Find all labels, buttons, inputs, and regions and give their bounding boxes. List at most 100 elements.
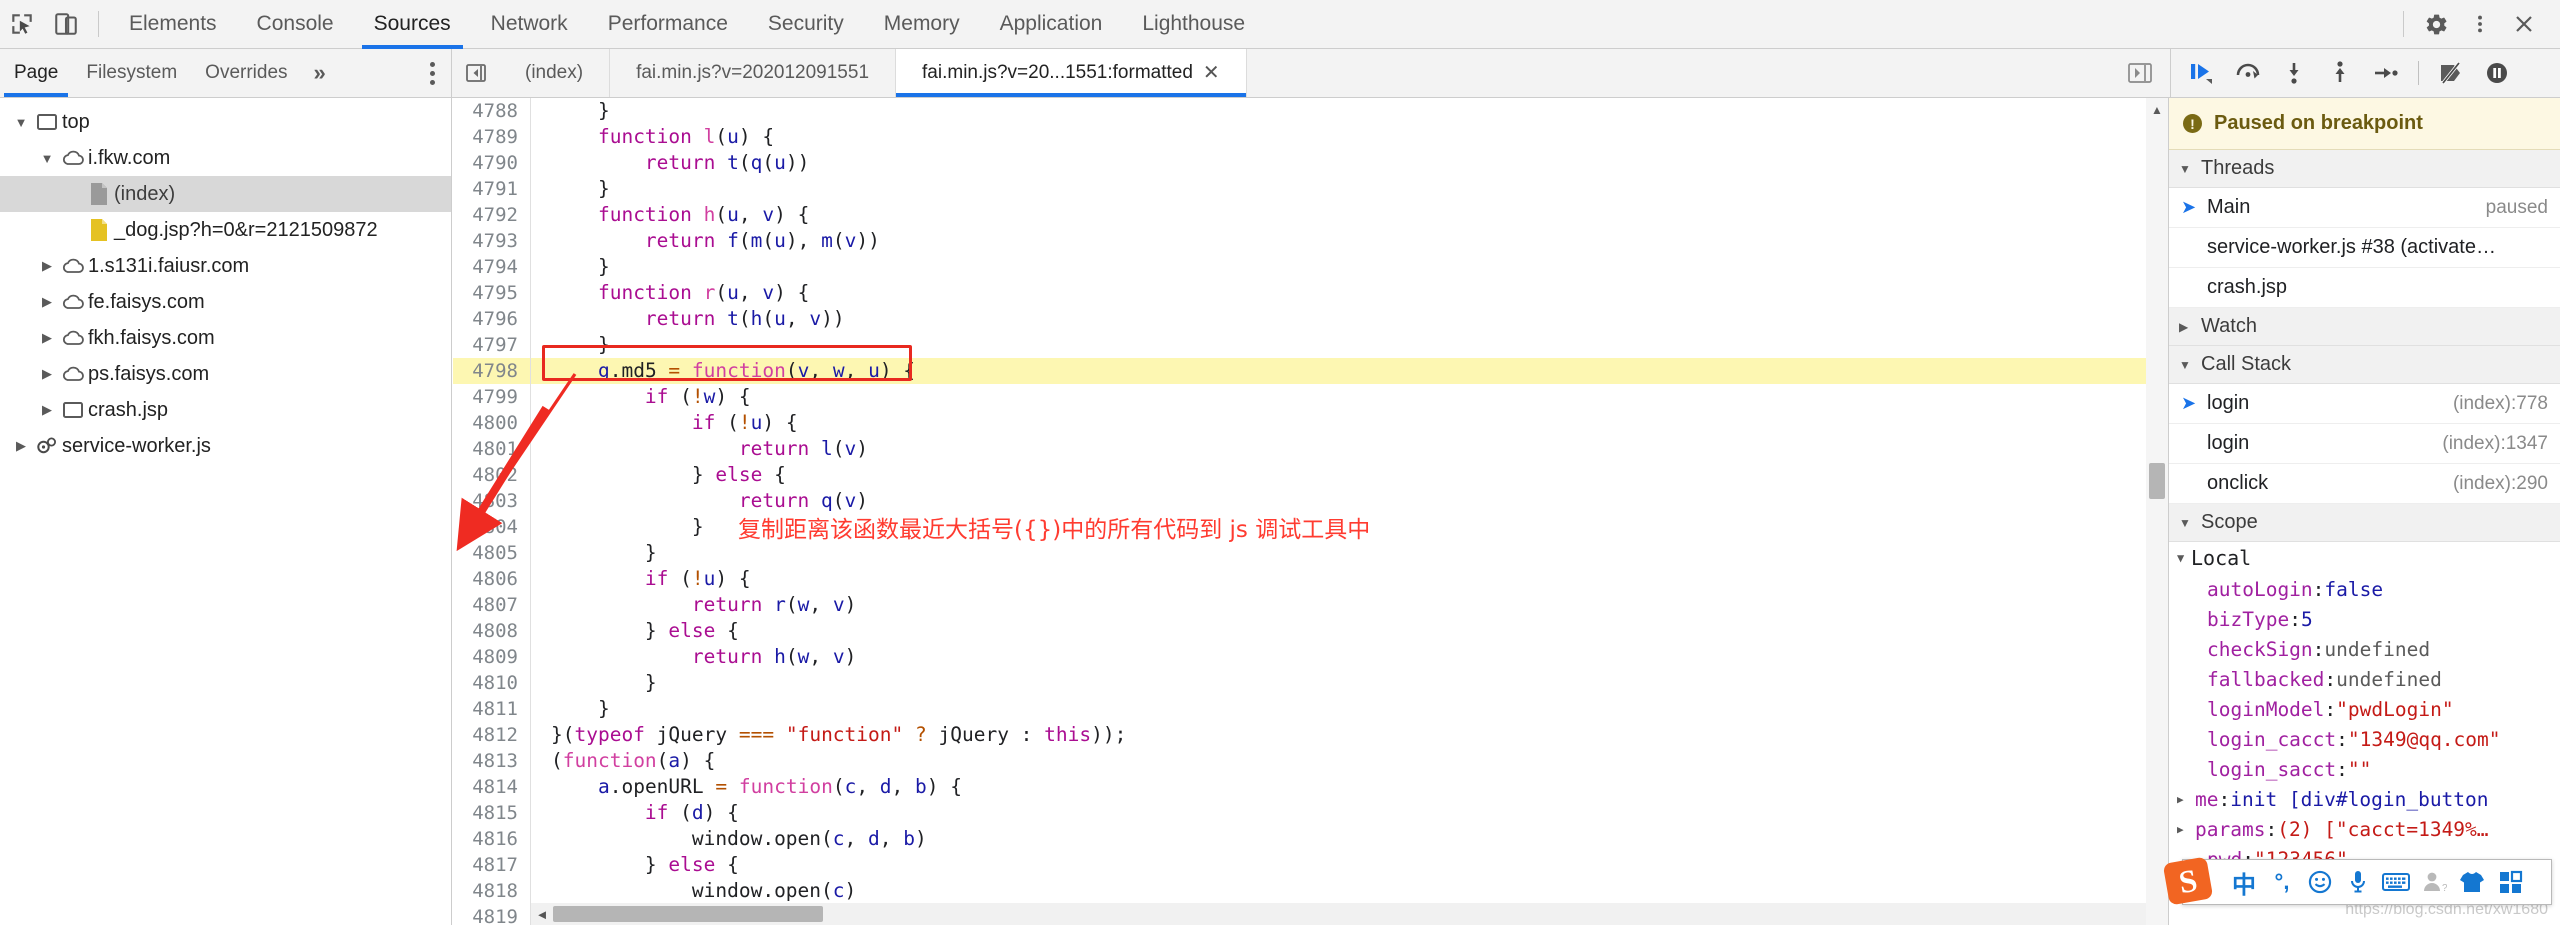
scroll-left-icon[interactable]: ◄	[531, 907, 553, 922]
code-line[interactable]: 4813 (function(a) {	[453, 748, 2168, 774]
skin-icon[interactable]	[2453, 859, 2491, 905]
code-line[interactable]: 4807 return r(w, v)	[453, 592, 2168, 618]
line-number[interactable]: 4806	[453, 566, 531, 592]
code-line[interactable]: 4799 if (!w) {	[453, 384, 2168, 410]
code-line[interactable]: 4812}(typeof jQuery === "function" ? jQu…	[453, 722, 2168, 748]
sogou-input-method-toolbar[interactable]: S 中 °,	[2163, 857, 2552, 905]
sogou-logo-icon[interactable]: S	[2161, 854, 2217, 910]
deactivate-breakpoints-button[interactable]	[2430, 51, 2472, 95]
emoji-icon[interactable]	[2301, 859, 2339, 905]
tab-network[interactable]: Network	[471, 0, 588, 49]
chevron-right-icon[interactable]: ▶	[2177, 793, 2195, 806]
nav-tab-filesystem[interactable]: Filesystem	[72, 49, 191, 97]
line-number[interactable]: 4810	[453, 670, 531, 696]
code-line[interactable]: 4818 window.open(c)	[453, 878, 2168, 904]
scope-variable-row[interactable]: checkSign: undefined	[2169, 634, 2560, 664]
line-number[interactable]: 4792	[453, 202, 531, 228]
inspect-cursor-icon[interactable]	[0, 2, 44, 46]
call-stack-row[interactable]: onclick (index):290	[2169, 464, 2560, 504]
soft-keyboard-icon[interactable]	[2377, 859, 2415, 905]
code-line[interactable]: 4792 function h(u, v) {	[453, 202, 2168, 228]
thread-row-service-worker[interactable]: service-worker.js #38 (activate…	[2169, 228, 2560, 268]
scope-variable-row[interactable]: login_cacct: "1349@qq.com"	[2169, 724, 2560, 754]
line-number[interactable]: 4788	[453, 98, 531, 124]
code-line[interactable]: 4809 return h(w, v)	[453, 644, 2168, 670]
vertical-scroll-thumb[interactable]	[2149, 463, 2165, 499]
section-header-threads[interactable]: ▼ Threads	[2169, 150, 2560, 188]
kebab-menu-icon[interactable]	[2458, 2, 2502, 46]
tree-item-crash-jsp[interactable]: ▶ crash.jsp	[0, 392, 451, 428]
chevron-right-icon[interactable]: ▶	[36, 330, 58, 346]
scope-variable-row[interactable]: ▶ me: init [div#login_button	[2169, 784, 2560, 814]
line-number[interactable]: 4816	[453, 826, 531, 852]
scope-variable-row[interactable]: login_sacct: ""	[2169, 754, 2560, 784]
tab-application[interactable]: Application	[980, 0, 1123, 49]
line-number[interactable]: 4791	[453, 176, 531, 202]
device-toolbar-icon[interactable]	[44, 2, 88, 46]
line-number[interactable]: 4812	[453, 722, 531, 748]
tree-item-index[interactable]: (index)	[0, 176, 451, 212]
tree-item-i-fkw-com[interactable]: ▼ i.fkw.com	[0, 140, 451, 176]
code-line[interactable]: 4810 }	[453, 670, 2168, 696]
line-number[interactable]: 4817	[453, 852, 531, 878]
voice-input-icon[interactable]	[2339, 859, 2377, 905]
tab-security[interactable]: Security	[748, 0, 864, 49]
chevron-right-icon[interactable]: ▶	[36, 402, 58, 418]
step-over-button[interactable]	[2227, 51, 2269, 95]
line-number[interactable]: 4789	[453, 124, 531, 150]
step-out-button[interactable]	[2319, 51, 2361, 95]
code-line[interactable]: 4790 return t(q(u))	[453, 150, 2168, 176]
line-number[interactable]: 4803	[453, 488, 531, 514]
chevron-down-icon[interactable]: ▼	[10, 115, 32, 130]
tab-memory[interactable]: Memory	[864, 0, 980, 49]
code-line[interactable]: 4791 }	[453, 176, 2168, 202]
line-number[interactable]: 4796	[453, 306, 531, 332]
code-line[interactable]: 4798 g.md5 = function(v, w, u) {	[453, 358, 2168, 384]
call-stack-row[interactable]: login (index):1347	[2169, 424, 2560, 464]
code-line[interactable]: 4793 return f(m(u), m(v))	[453, 228, 2168, 254]
call-stack-row[interactable]: ➤ login (index):778	[2169, 384, 2560, 424]
tab-lighthouse[interactable]: Lighthouse	[1122, 0, 1265, 49]
step-button[interactable]	[2365, 51, 2407, 95]
line-number[interactable]: 4790	[453, 150, 531, 176]
code-line[interactable]: 4815 if (d) {	[453, 800, 2168, 826]
line-number[interactable]: 4805	[453, 540, 531, 566]
line-number[interactable]: 4802	[453, 462, 531, 488]
punctuation-mode-icon[interactable]: °,	[2263, 859, 2301, 905]
tree-item-fkh-faisys-com[interactable]: ▶ fkh.faisys.com	[0, 320, 451, 356]
code-line[interactable]: 4788 }	[453, 98, 2168, 124]
code-line[interactable]: 4817 } else {	[453, 852, 2168, 878]
resume-script-execution-button[interactable]	[2181, 51, 2223, 95]
pause-on-exceptions-button[interactable]	[2476, 51, 2518, 95]
tab-elements[interactable]: Elements	[109, 0, 237, 49]
line-number[interactable]: 4814	[453, 774, 531, 800]
line-number[interactable]: 4808	[453, 618, 531, 644]
nav-tab-page[interactable]: Page	[0, 49, 72, 97]
code-line[interactable]: 4796 return t(h(u, v))	[453, 306, 2168, 332]
scroll-up-icon[interactable]: ▲	[2146, 100, 2168, 120]
code-line[interactable]: 4806 if (!u) {	[453, 566, 2168, 592]
horizontal-scroll-thumb[interactable]	[553, 906, 823, 922]
line-number[interactable]: 4815	[453, 800, 531, 826]
section-header-watch[interactable]: ▶ Watch	[2169, 308, 2560, 346]
editor-tab-fai-min-js-formatted[interactable]: fai.min.js?v=20...1551:formatted ✕	[896, 49, 1247, 97]
scope-group-local[interactable]: ▼ Local	[2169, 542, 2560, 574]
line-number[interactable]: 4799	[453, 384, 531, 410]
chinese-mode-icon[interactable]: 中	[2225, 859, 2263, 905]
scope-variable-row[interactable]: ▶ params: (2) ["cacct=1349%…	[2169, 814, 2560, 844]
step-into-button[interactable]	[2273, 51, 2315, 95]
chevron-down-icon[interactable]: ▼	[36, 151, 58, 166]
scope-variable-row[interactable]: bizType: 5	[2169, 604, 2560, 634]
chevron-right-icon[interactable]: ▶	[10, 438, 32, 454]
thread-row-main[interactable]: ➤ Main paused	[2169, 188, 2560, 228]
scope-variable-row[interactable]: loginModel: "pwdLogin"	[2169, 694, 2560, 724]
code-line[interactable]: 4800 if (!u) {	[453, 410, 2168, 436]
toggle-debugger-sidebar-icon[interactable]	[2112, 49, 2168, 97]
line-number[interactable]: 4795	[453, 280, 531, 306]
chevron-right-icon[interactable]: ▶	[36, 294, 58, 310]
tree-item-top[interactable]: ▼ top	[0, 104, 451, 140]
chevron-right-icon[interactable]: ▶	[36, 366, 58, 382]
editor-vertical-scrollbar[interactable]: ▲	[2146, 98, 2168, 925]
line-number[interactable]: 4798	[453, 358, 531, 384]
code-line[interactable]: 4801 return l(v)	[453, 436, 2168, 462]
